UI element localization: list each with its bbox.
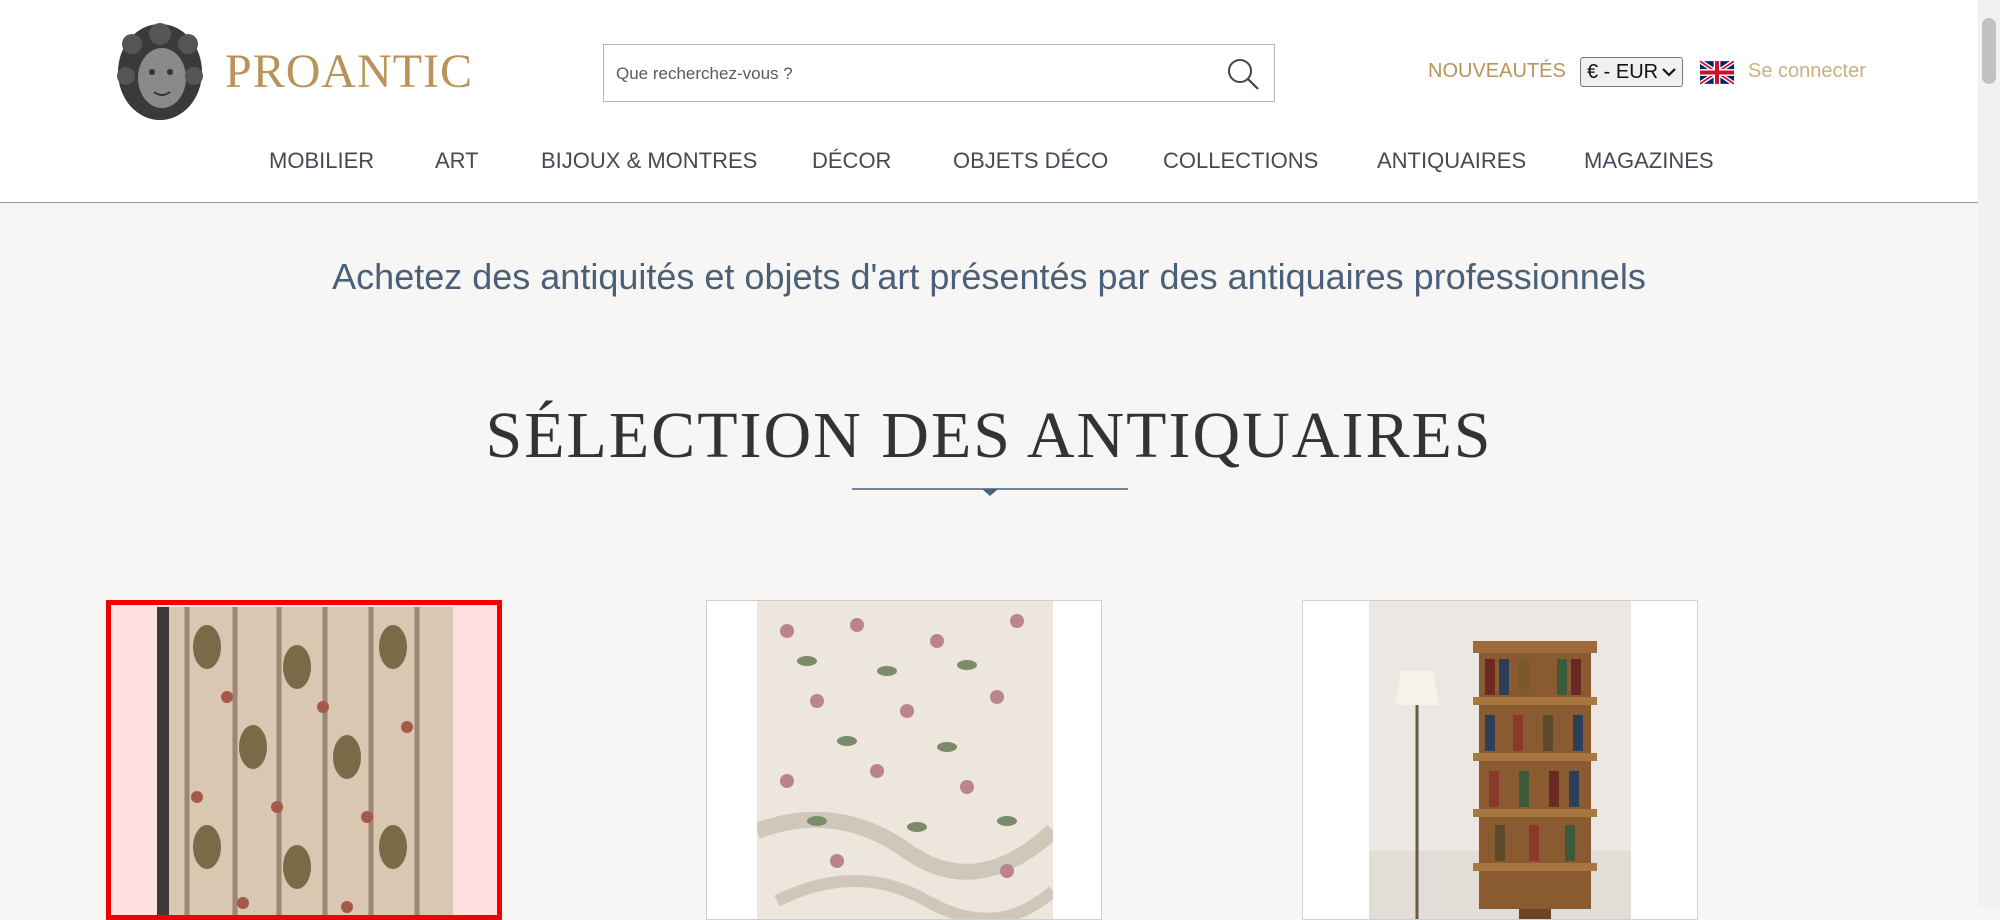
- nav-item-bijoux-montres[interactable]: BIJOUX & MONTRES: [541, 148, 757, 174]
- page-scrollbar[interactable]: [1978, 0, 2000, 908]
- nav-item-magazines[interactable]: MAGAZINES: [1584, 148, 1714, 174]
- nav-item-collections[interactable]: COLLECTIONS: [1163, 148, 1318, 174]
- title-divider: [852, 488, 1128, 496]
- login-link[interactable]: Se connecter: [1748, 60, 1866, 83]
- main-nav: MOBILIER ART BIJOUX & MONTRES DÉCOR OBJE…: [0, 148, 1978, 178]
- search-box: [603, 44, 1275, 103]
- nav-item-mobilier[interactable]: MOBILIER: [269, 148, 374, 174]
- product-card-curtains[interactable]: [106, 600, 502, 920]
- search-icon[interactable]: [1226, 57, 1260, 91]
- tagline: Achetez des antiquités et objets d'art p…: [332, 256, 1646, 297]
- uk-flag-icon[interactable]: [1700, 60, 1734, 85]
- product-card-fabric[interactable]: [706, 600, 1102, 920]
- logo-text[interactable]: PROANTIC: [225, 44, 473, 99]
- nav-item-art[interactable]: ART: [435, 148, 479, 174]
- product-image-floral-curtains[interactable]: [157, 607, 453, 920]
- search-input[interactable]: [614, 45, 1208, 103]
- currency-value: € - EUR: [1587, 61, 1659, 83]
- product-card-bookcase[interactable]: [1302, 600, 1698, 920]
- product-image-revolving-bookcase[interactable]: [1369, 601, 1631, 920]
- nav-item-objets-deco[interactable]: OBJETS DÉCO: [953, 148, 1108, 174]
- currency-select[interactable]: € - EUR: [1580, 57, 1683, 87]
- chevron-down-icon: [1662, 68, 1676, 77]
- product-image-floral-fabric[interactable]: [757, 601, 1053, 920]
- scrollbar-thumb[interactable]: [1982, 18, 1996, 84]
- nav-item-decor[interactable]: DÉCOR: [812, 148, 891, 174]
- nav-item-antiquaires[interactable]: ANTIQUAIRES: [1377, 148, 1526, 174]
- site-header: PROANTIC NOUVEAUTÉS € - EUR Se connecter…: [0, 0, 1978, 203]
- nouveautes-link[interactable]: NOUVEAUTÉS: [1428, 60, 1566, 83]
- logo-bust-icon[interactable]: [112, 20, 208, 124]
- section-title: SÉLECTION DES ANTIQUAIRES: [485, 399, 1493, 472]
